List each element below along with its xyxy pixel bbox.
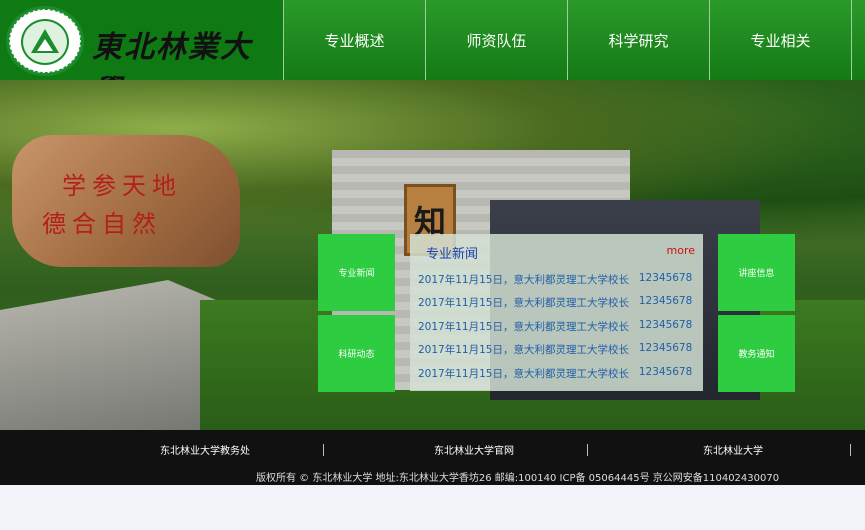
tile-teaching-notice[interactable]: 教务通知	[718, 315, 795, 392]
hero-rock	[12, 135, 240, 267]
news-item-text[interactable]: 2017年11月15日，意大利都灵理工大学校长	[418, 342, 639, 365]
news-more-link[interactable]: more	[667, 244, 696, 257]
footer-separator	[323, 444, 324, 456]
news-item[interactable]: 2017年11月15日，意大利都灵理工大学校长 12345678	[418, 366, 698, 389]
news-item-text[interactable]: 2017年11月15日，意大利都灵理工大学校长	[418, 272, 639, 295]
news-item-number: 12345678	[638, 272, 693, 284]
news-list: 2017年11月15日，意大利都灵理工大学校长 12345678 2017年11…	[418, 272, 698, 389]
news-item[interactable]: 2017年11月15日，意大利都灵理工大学校长 12345678	[418, 319, 698, 342]
nav-item-overview[interactable]: 专业概述	[283, 0, 425, 80]
tile-lectures[interactable]: 讲座信息	[718, 234, 795, 311]
footer-separator	[587, 444, 588, 456]
news-item-text[interactable]: 2017年11月15日，意大利都灵理工大学校长	[418, 295, 639, 318]
news-item-text[interactable]: 2017年11月15日，意大利都灵理工大学校长	[418, 366, 639, 389]
header: 東北林業大學 专业概述 师资队伍 科学研究 专业相关	[0, 0, 865, 109]
news-item-number: 12345678	[638, 342, 693, 355]
nav-item-faculty[interactable]: 师资队伍	[425, 0, 567, 80]
footer-link-university[interactable]: 东北林业大学	[698, 442, 768, 457]
tile-major-news[interactable]: 专业新闻	[318, 234, 395, 311]
university-seal-icon	[6, 6, 84, 76]
footer-links: 东北林业大学教务处 东北林业大学官网 东北林业大学	[0, 442, 865, 460]
news-panel: 专业新闻 more 2017年11月15日，意大利都灵理工大学校长 123456…	[410, 234, 703, 391]
copyright-text: 版权所有 © 东北林业大学 地址:东北林业大学香坊26 邮编:100140 IC…	[256, 473, 780, 484]
news-item-number: 12345678	[638, 365, 693, 378]
news-item-text[interactable]: 2017年11月15日，意大利都灵理工大学校长	[418, 319, 639, 342]
news-panel-title: 专业新闻	[426, 247, 479, 262]
page: 東北林業大學 专业概述 师资队伍 科学研究 专业相关 学参天地 德合自然 知 专…	[0, 0, 865, 530]
nav-item-related[interactable]: 专业相关	[709, 0, 851, 80]
rock-inscription-line2: 德合自然	[42, 210, 162, 238]
seal-emblem	[21, 19, 69, 65]
footer-separator	[850, 444, 851, 456]
tile-research-news[interactable]: 科研动态	[318, 315, 395, 392]
news-item[interactable]: 2017年11月15日，意大利都灵理工大学校长 12345678	[418, 295, 698, 318]
news-item-number: 12345678	[638, 295, 693, 308]
news-item-number: 12345678	[638, 318, 693, 331]
news-item[interactable]: 2017年11月15日，意大利都灵理工大学校长 12345678	[418, 272, 698, 295]
logo-area[interactable]: 東北林業大學	[0, 0, 283, 109]
nav-item-research[interactable]: 科学研究	[567, 0, 709, 80]
footer-link-official-site[interactable]: 东北林业大学官网	[424, 442, 524, 457]
main-nav: 专业概述 师资队伍 科学研究 专业相关	[283, 0, 865, 80]
rock-inscription-line1: 学参天地	[62, 172, 182, 200]
footer-link-academic-affairs[interactable]: 东北林业大学教务处	[155, 442, 255, 457]
nav-item-extra[interactable]	[851, 0, 865, 80]
news-item[interactable]: 2017年11月15日，意大利都灵理工大学校长 12345678	[418, 342, 698, 365]
footer: 东北林业大学教务处 东北林业大学官网 东北林业大学 版权所有 © 东北林业大学 …	[0, 430, 865, 485]
seal-mountain-inner	[37, 39, 53, 51]
